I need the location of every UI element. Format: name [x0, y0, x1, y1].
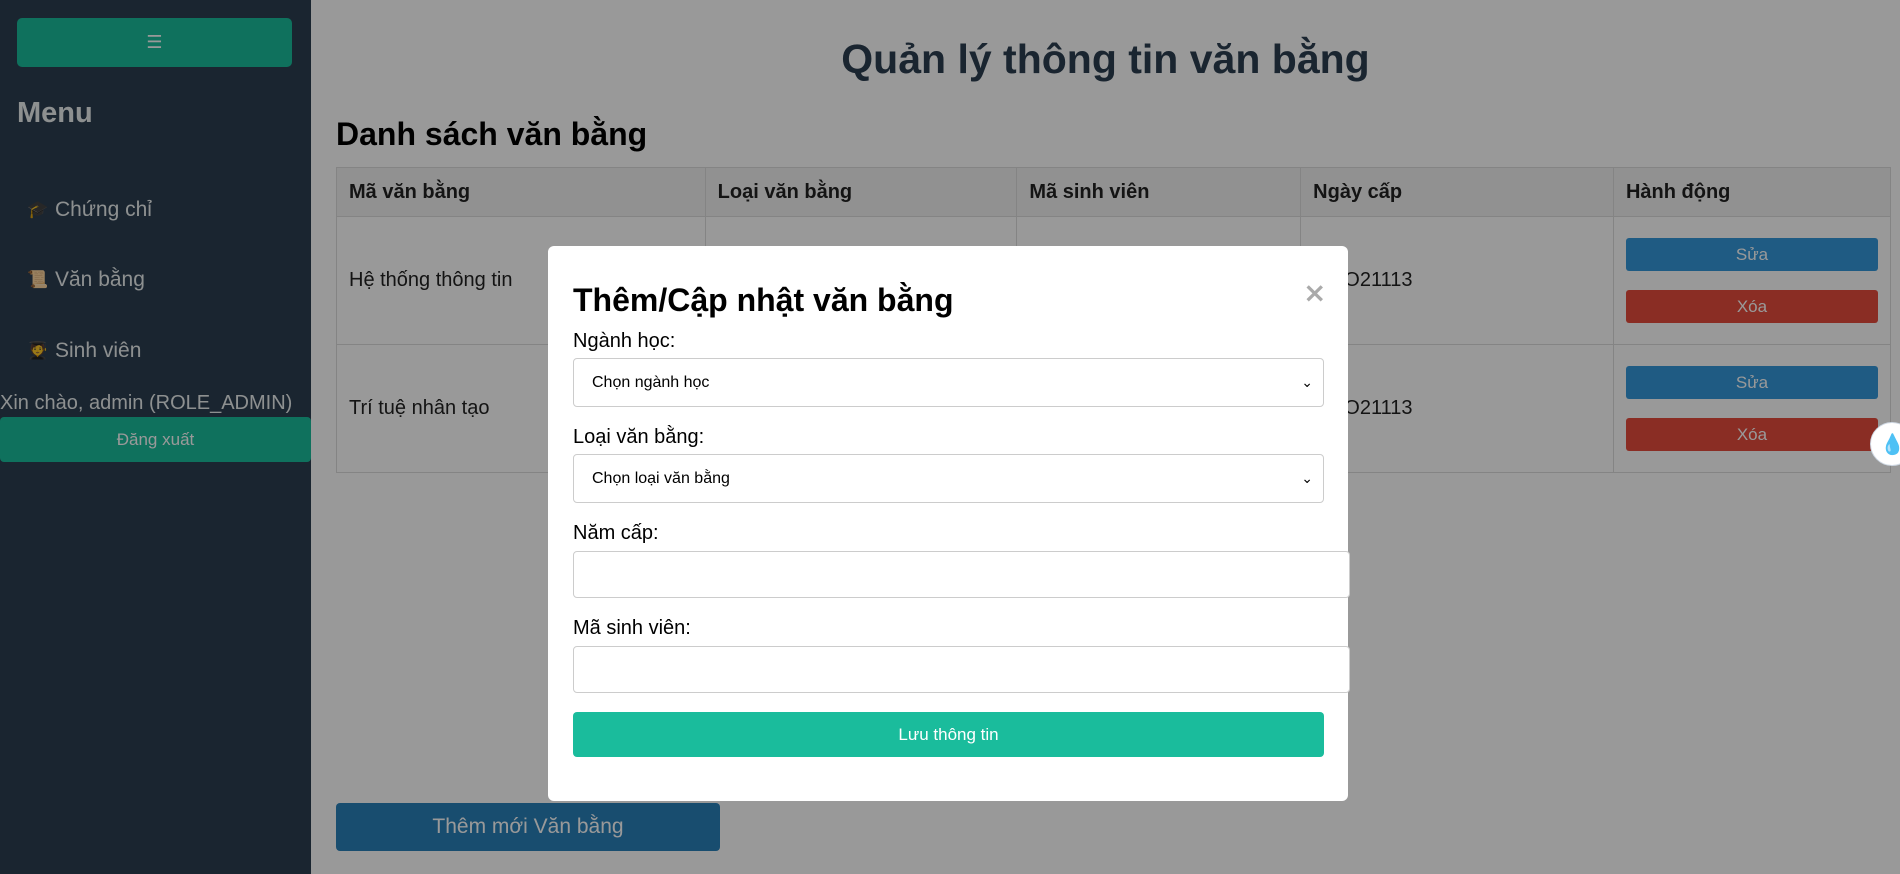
loai-van-bang-select[interactable]: Chọn loại văn bằng ⌄: [573, 454, 1324, 503]
ma-sinh-vien-label: Mã sinh viên:: [573, 617, 691, 639]
nganh-hoc-label: Ngành học:: [573, 330, 676, 352]
chevron-down-icon: ⌄: [1301, 374, 1313, 391]
save-button[interactable]: Lưu thông tin: [573, 712, 1324, 757]
chevron-down-icon: ⌄: [1301, 470, 1313, 487]
close-icon[interactable]: ×: [1303, 276, 1326, 309]
ma-sinh-vien-input[interactable]: [573, 646, 1350, 693]
water-drop-glyph: 💧: [1880, 432, 1900, 456]
nam-cap-label: Năm cấp:: [573, 522, 659, 544]
nganh-hoc-select[interactable]: Chọn ngành học ⌄: [573, 358, 1324, 407]
loai-van-bang-selected-value: Chọn loại văn bằng: [592, 469, 730, 487]
loai-van-bang-label: Loại văn bằng:: [573, 426, 705, 448]
nam-cap-input[interactable]: [573, 551, 1350, 598]
nganh-hoc-selected-value: Chọn ngành học: [592, 373, 710, 391]
certificate-modal: Thêm/Cập nhật văn bằng × Ngành học: Chọn…: [548, 246, 1350, 801]
modal-title: Thêm/Cập nhật văn bằng: [573, 282, 954, 318]
